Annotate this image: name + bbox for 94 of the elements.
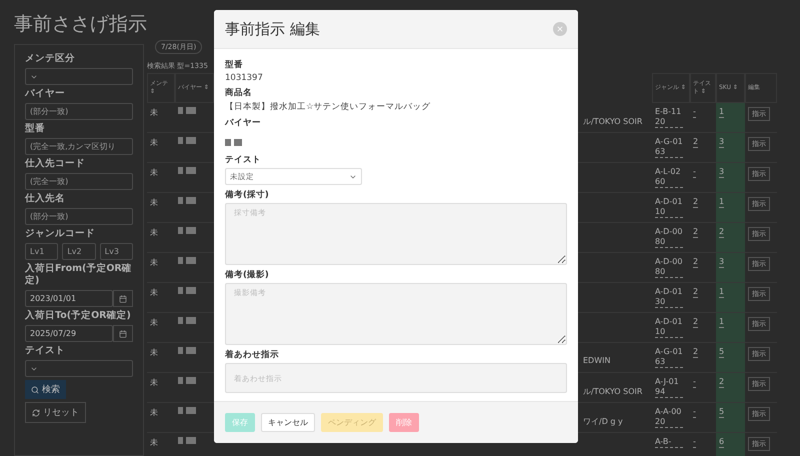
genre-code: A-A-0020: [655, 407, 683, 428]
table-cell: ル/TOKYO SOIR: [583, 386, 642, 397]
input-field[interactable]: (完全一致,カンマ区切り: [25, 138, 133, 155]
table-cell: 未: [147, 133, 175, 163]
cancel-button[interactable]: キャンセル: [261, 413, 315, 432]
field-label: 備考(採寸): [225, 189, 270, 201]
filter-label: 仕入先コード: [25, 158, 86, 170]
table-cell: 未: [147, 103, 175, 133]
calendar-button[interactable]: [113, 290, 133, 307]
dialog-title: 事前指示 編集: [225, 20, 320, 38]
taste-code: 2: [693, 347, 698, 358]
date-field[interactable]: 2023/01/01: [25, 290, 113, 307]
genre-code: A-G-0163: [655, 137, 683, 158]
sku-count: 2: [719, 227, 724, 238]
table-cell: 未: [147, 433, 175, 456]
genre-code: A-G-0163: [655, 347, 683, 368]
date-field[interactable]: 2025/07/29: [25, 325, 113, 342]
sku-count: 1: [719, 287, 724, 298]
table-cell: 未: [147, 193, 175, 223]
genre-code: A-D-0080: [655, 257, 683, 278]
sku-count: 6: [719, 437, 724, 448]
filter-label: 型番: [25, 123, 46, 135]
close-button[interactable]: [553, 22, 567, 36]
genre-code: A-J-0194: [655, 377, 683, 398]
genre-code: A-D-0110: [655, 317, 683, 338]
field-label: 型番: [225, 59, 244, 71]
field-value: 1031397: [225, 73, 264, 83]
sku-count: 3: [719, 137, 724, 148]
table-cell: 未: [147, 283, 175, 313]
genre-code: A-D-0080: [655, 227, 683, 248]
genre-code: A-D-0130: [655, 287, 683, 308]
table-cell: ワイ/D g y: [583, 416, 623, 427]
input-field[interactable]: Lv3: [100, 243, 133, 260]
table-cell: ル/TOKYO SOIR: [583, 116, 642, 127]
table-cell: 未: [147, 373, 175, 403]
genre-code: A-D-0110: [655, 197, 683, 218]
input-field[interactable]: (部分一致): [25, 103, 133, 120]
refresh-icon: [32, 408, 40, 416]
sku-count: 2: [719, 377, 724, 388]
sku-count: 5: [719, 407, 724, 418]
table-cell: 未: [147, 313, 175, 343]
input-field[interactable]: (部分一致): [25, 208, 133, 225]
select-field[interactable]: [25, 68, 133, 85]
taste-code: 2: [693, 227, 698, 238]
table-cell: 未: [147, 163, 175, 193]
reset-button[interactable]: リセット: [25, 402, 86, 423]
field-label: テイスト: [225, 154, 262, 166]
filter-label: 仕入先名: [25, 193, 66, 205]
field-value: 【日本製】撥水加工☆サテン使いフォーマルバッグ: [225, 101, 432, 113]
input-field[interactable]: Lv1: [25, 243, 58, 260]
page-title: 事前ささげ指示: [14, 12, 147, 36]
search-button[interactable]: 検索: [25, 380, 66, 399]
search-icon: [31, 386, 39, 394]
table-cell: 未: [147, 403, 175, 433]
taste-code: -: [693, 377, 696, 388]
table-cell: 未: [147, 223, 175, 253]
sku-count: 1: [719, 197, 724, 208]
taste-code: 2: [693, 197, 698, 208]
field-label: 商品名: [225, 87, 253, 99]
input-field[interactable]: (完全一致): [25, 173, 133, 190]
genre-code: A-B-: [655, 437, 683, 448]
filter-label: 入荷日To(予定OR確定): [25, 310, 132, 322]
taste-code: -: [693, 437, 696, 448]
close-icon: [556, 25, 564, 33]
input-field[interactable]: Lv2: [62, 243, 96, 260]
table-cell: 未: [147, 343, 175, 373]
field-label: 備考(撮影): [225, 269, 270, 281]
filter-label: 入荷日From(予定OR確定): [25, 263, 133, 287]
sku-count: 1: [719, 107, 724, 118]
taste-code: 2: [693, 317, 698, 328]
sku-count: 3: [719, 257, 724, 268]
filter-label: メンテ区分: [25, 53, 76, 65]
taste-code: 2: [693, 287, 698, 298]
genre-code: E-B-1120: [655, 107, 683, 128]
genre-code: A-L-0260: [655, 167, 683, 188]
calendar-icon: [119, 294, 127, 302]
field-label: 着あわせ指示: [225, 349, 280, 361]
filter-label: ジャンルコード: [25, 228, 96, 240]
taste-code: -: [693, 107, 696, 118]
field-label: バイヤー: [225, 117, 262, 129]
sku-count: 5: [719, 347, 724, 358]
select-field[interactable]: [25, 360, 133, 377]
sku-count: 1: [719, 317, 724, 328]
taste-code: 2: [693, 257, 698, 268]
taste-code: -: [693, 407, 696, 418]
sku-count: 3: [719, 167, 724, 178]
taste-code: 2: [693, 137, 698, 148]
taste-code: -: [693, 167, 696, 178]
table-cell: 未: [147, 253, 175, 283]
table-cell: EDWIN: [583, 356, 610, 365]
calendar-icon: [119, 330, 127, 338]
filter-label: テイスト: [25, 345, 66, 357]
filter-label: バイヤー: [25, 88, 66, 100]
calendar-button[interactable]: [113, 325, 133, 342]
